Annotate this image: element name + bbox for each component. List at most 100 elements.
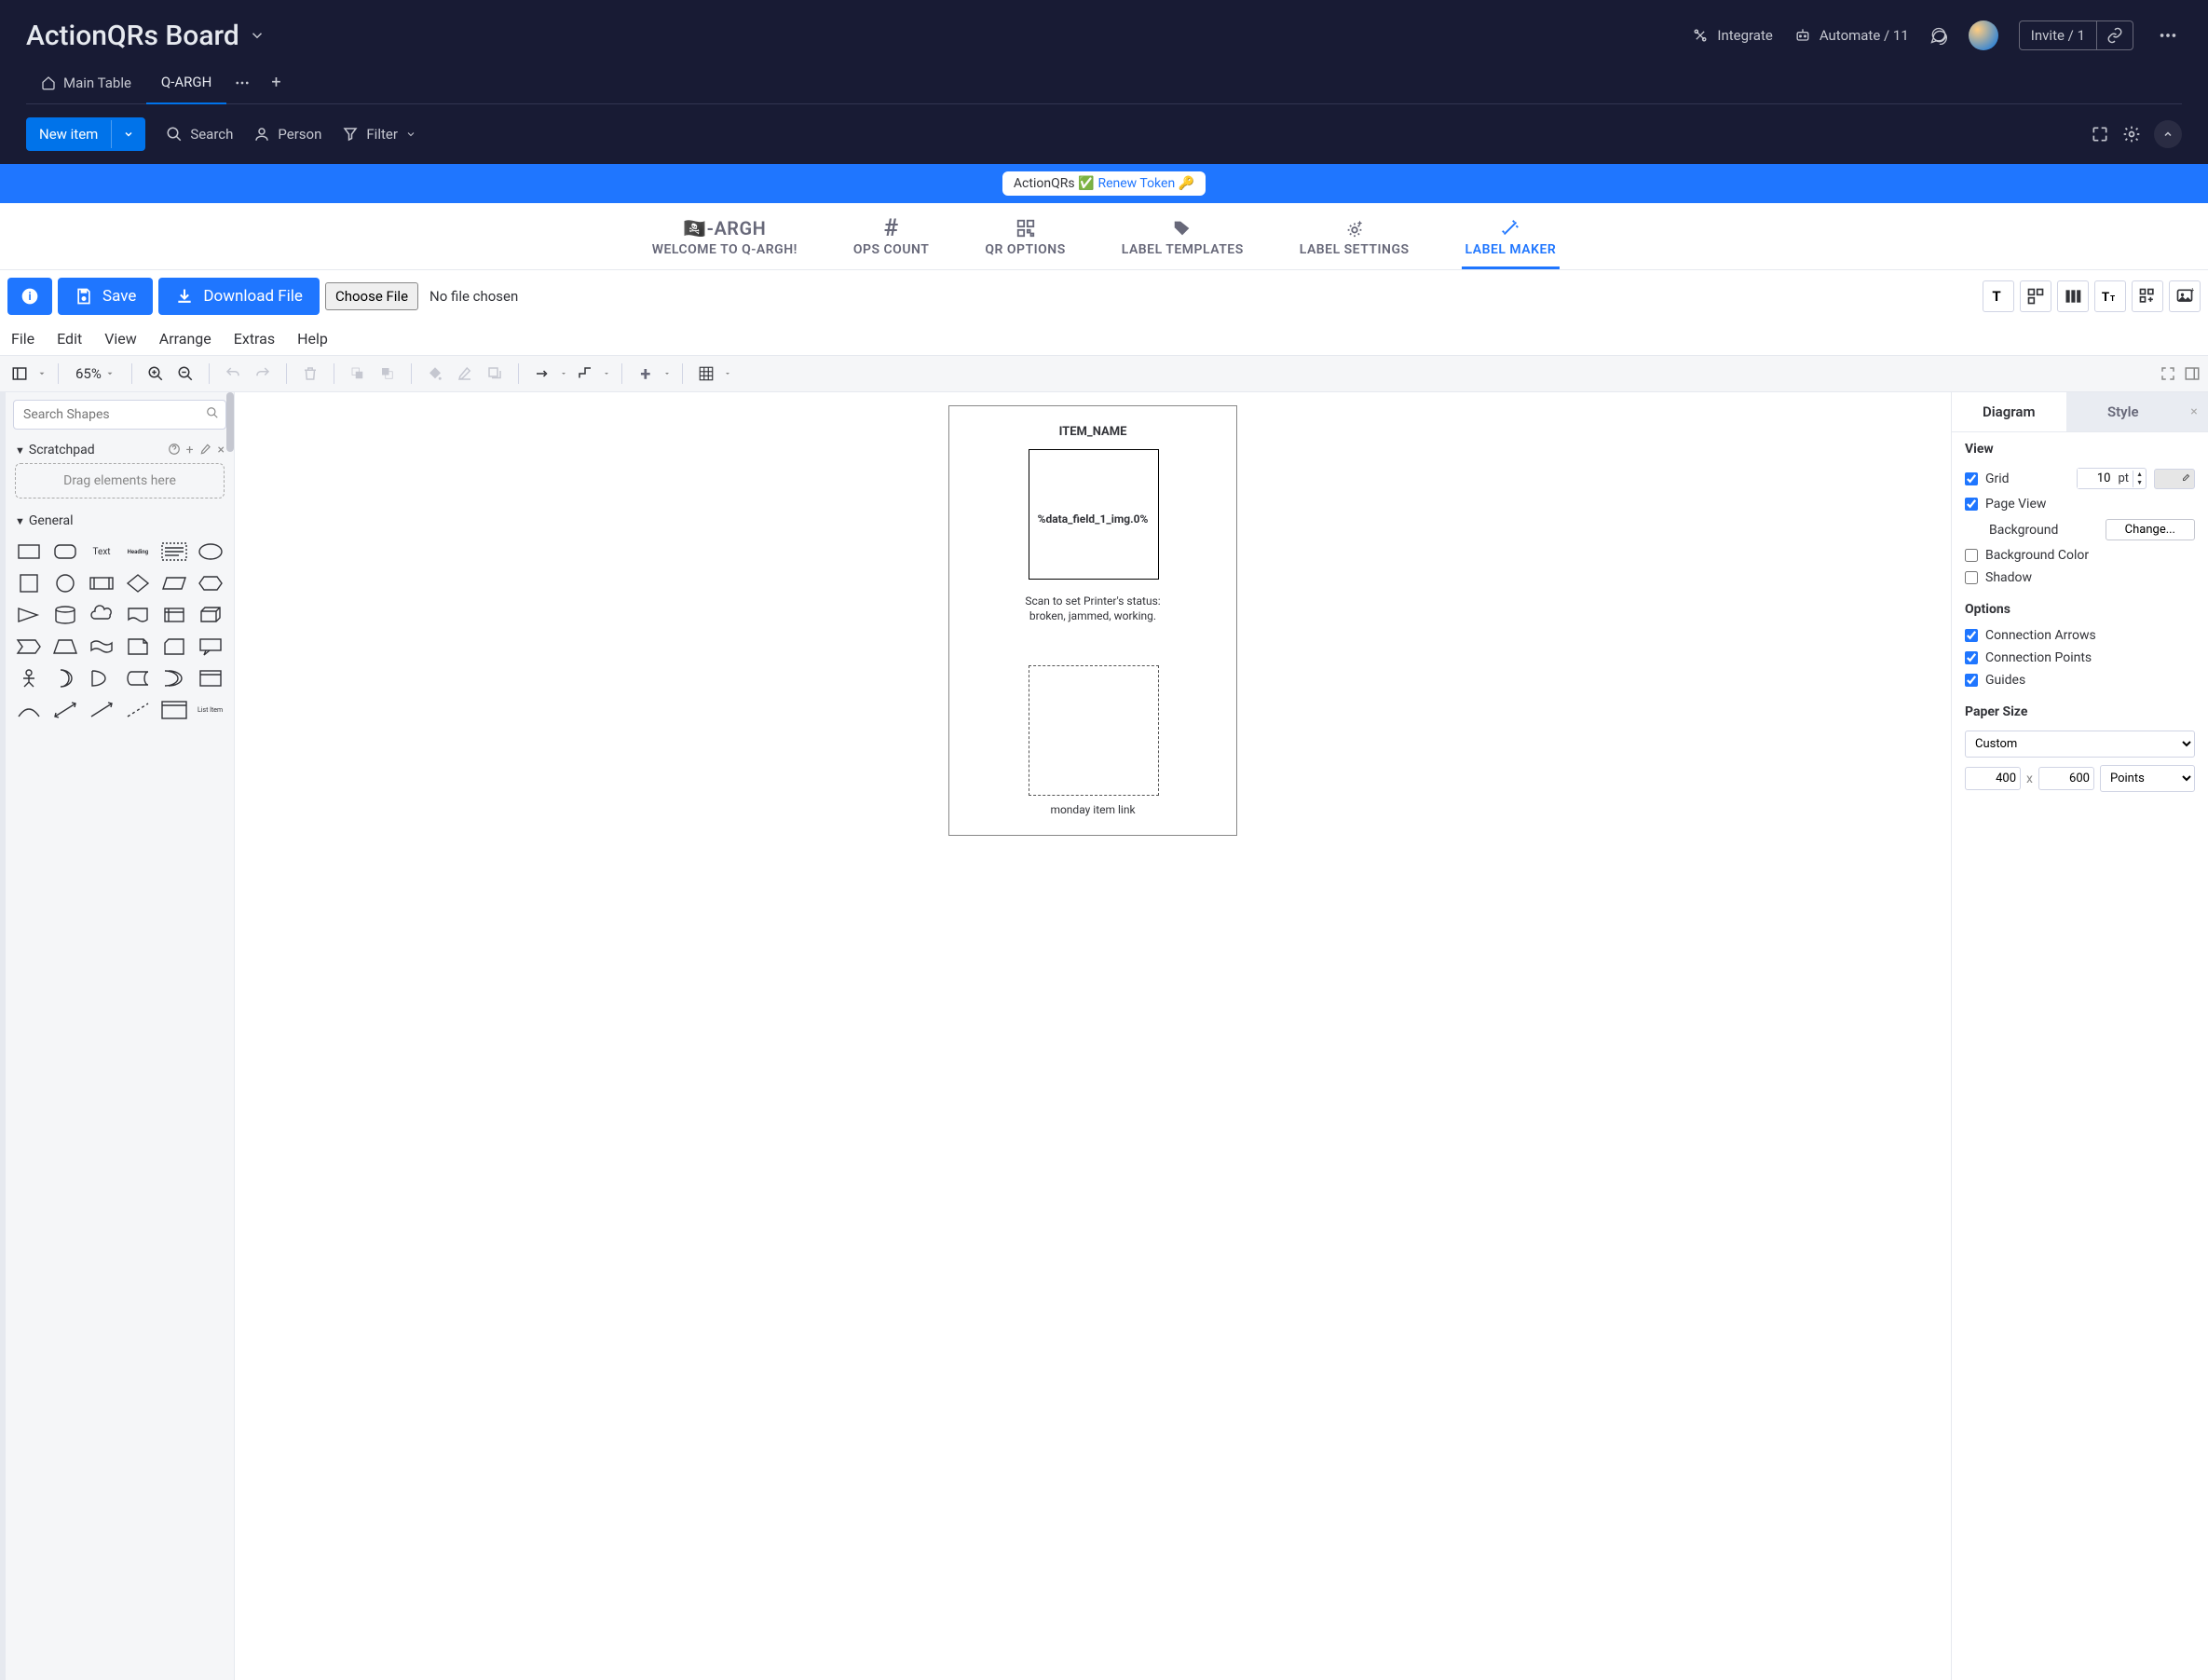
shape-xor[interactable]	[157, 664, 190, 692]
shape-arrow[interactable]	[86, 696, 118, 724]
more-menu-icon[interactable]	[2154, 21, 2182, 49]
add-tab-icon[interactable]: +	[258, 73, 293, 92]
scrollbar[interactable]	[226, 392, 234, 452]
scratchpad-header[interactable]: ▼Scratchpad + ×	[6, 437, 234, 463]
diagram-canvas[interactable]: ITEM_NAME %data_field_1_img.0% Scan to s…	[948, 405, 1237, 836]
shape-container[interactable]	[194, 664, 226, 692]
invite-button[interactable]: Invite / 1	[2019, 20, 2133, 50]
change-bg-button[interactable]: Change...	[2106, 519, 2195, 540]
menu-arrange[interactable]: Arrange	[159, 330, 211, 348]
shape-bidirectional-arrow[interactable]	[49, 696, 82, 724]
shape-diamond[interactable]	[121, 569, 154, 597]
stroke-color-icon[interactable]	[453, 362, 477, 386]
grid-color-swatch[interactable]	[2154, 469, 2195, 489]
shape-dashed-line[interactable]	[121, 696, 154, 724]
canvas-shape-dashed-box[interactable]	[1029, 665, 1159, 796]
page-view-checkbox[interactable]	[1965, 498, 1978, 511]
search-button[interactable]: Search	[166, 126, 233, 143]
shape-parallelogram[interactable]	[157, 569, 190, 597]
canvas-text-item-name[interactable]: ITEM_NAME	[949, 425, 1236, 439]
menu-edit[interactable]: Edit	[57, 330, 82, 348]
shape-document[interactable]	[121, 601, 154, 629]
shape-rounded-rect[interactable]	[49, 538, 82, 566]
shape-list[interactable]	[157, 696, 190, 724]
text-size-tool-icon[interactable]: TT	[2094, 280, 2126, 312]
fill-icon[interactable]	[423, 362, 447, 386]
shape-or[interactable]	[86, 664, 118, 692]
text-tool-icon[interactable]: T	[1983, 280, 2014, 312]
general-header[interactable]: ▼General	[6, 508, 234, 534]
renew-token-link[interactable]: Renew Token 🔑	[1097, 176, 1194, 191]
step-down-icon[interactable]: ▼	[2133, 479, 2146, 487]
sidebar-toggle-icon[interactable]	[7, 362, 32, 386]
new-item-button[interactable]: New item	[26, 117, 145, 151]
guides-checkbox[interactable]	[1965, 674, 1978, 687]
redo-icon[interactable]	[251, 362, 275, 386]
tab-qargh[interactable]: Q-ARGH	[146, 61, 226, 104]
shape-cylinder[interactable]	[49, 601, 82, 629]
shape-process[interactable]	[86, 569, 118, 597]
caret-down-icon[interactable]	[724, 370, 731, 377]
canvas-text-scan[interactable]: Scan to set Printer's status: broken, ja…	[949, 594, 1236, 623]
table-icon[interactable]	[694, 362, 718, 386]
expand-icon[interactable]	[2091, 125, 2109, 143]
columns-tool-icon[interactable]	[2057, 280, 2089, 312]
conn-points-checkbox[interactable]	[1965, 651, 1978, 664]
shape-square[interactable]	[13, 569, 46, 597]
grid-checkbox[interactable]	[1965, 472, 1978, 485]
shape-actor[interactable]	[13, 664, 46, 692]
shape-tape[interactable]	[86, 633, 118, 661]
canvas-text-link[interactable]: monday item link	[949, 803, 1236, 816]
shape-cube[interactable]	[194, 601, 226, 629]
qr-tool-icon[interactable]	[2020, 280, 2051, 312]
avatar[interactable]	[1969, 20, 1998, 50]
qargh-tab-qr[interactable]: QR OPTIONS	[981, 212, 1069, 269]
to-front-icon[interactable]	[346, 362, 370, 386]
paper-unit-select[interactable]: Points	[2100, 765, 2195, 792]
step-up-icon[interactable]: ▲	[2133, 471, 2146, 479]
to-back-icon[interactable]	[375, 362, 400, 386]
zoom-in-icon[interactable]	[143, 362, 168, 386]
chevron-down-icon[interactable]	[249, 27, 266, 44]
menu-extras[interactable]: Extras	[234, 330, 275, 348]
download-button[interactable]: Download File	[158, 278, 320, 315]
menu-help[interactable]: Help	[297, 330, 328, 348]
plus-icon[interactable]: +	[186, 443, 194, 458]
qargh-tab-welcome[interactable]: 🏴‍☠️-ARGH WELCOME TO Q-ARGH!	[648, 212, 801, 269]
caret-down-icon[interactable]	[663, 370, 671, 377]
qr-plus-tool-icon[interactable]	[2132, 280, 2163, 312]
image-tool-icon[interactable]: +	[2169, 280, 2201, 312]
paper-height-input[interactable]	[2038, 767, 2094, 790]
paper-width-input[interactable]	[1965, 767, 2021, 790]
qargh-tab-ops[interactable]: # OPS COUNT	[850, 212, 933, 269]
new-item-caret-icon[interactable]	[111, 120, 145, 148]
qargh-tab-maker[interactable]: LABEL MAKER	[1462, 212, 1561, 269]
filter-button[interactable]: Filter	[342, 126, 416, 143]
shape-text[interactable]: Text	[86, 538, 118, 566]
insert-icon[interactable]: +	[634, 362, 658, 386]
rp-tab-diagram[interactable]: Diagram	[1952, 392, 2066, 431]
paper-preset-select[interactable]: Custom	[1965, 731, 2195, 758]
menu-view[interactable]: View	[104, 330, 137, 348]
choose-file-button[interactable]: Choose File	[325, 282, 418, 310]
shape-heading[interactable]: Heading	[121, 538, 154, 566]
help-icon[interactable]	[168, 443, 181, 456]
connection-icon[interactable]	[530, 362, 554, 386]
zoom-out-icon[interactable]	[173, 362, 198, 386]
qargh-tab-settings[interactable]: LABEL SETTINGS	[1296, 212, 1413, 269]
shape-note[interactable]	[121, 633, 154, 661]
shape-card[interactable]	[157, 633, 190, 661]
caret-down-icon[interactable]	[560, 370, 567, 377]
integrate-button[interactable]: Integrate	[1691, 26, 1772, 45]
conn-arrows-checkbox[interactable]	[1965, 629, 1978, 642]
fullscreen-icon[interactable]	[2160, 365, 2176, 382]
canvas-text-placeholder[interactable]: %data_field_1_img.0%	[949, 512, 1236, 526]
shape-rect[interactable]	[13, 538, 46, 566]
shape-internal-storage[interactable]	[157, 601, 190, 629]
bg-color-checkbox[interactable]	[1965, 549, 1978, 562]
save-button[interactable]: Save	[58, 278, 153, 315]
close-icon[interactable]: ×	[218, 443, 225, 458]
grid-size-input[interactable]: pt ▲▼	[2077, 468, 2147, 489]
zoom-level[interactable]: 65%	[70, 363, 120, 384]
search-shapes-input[interactable]	[13, 400, 226, 430]
